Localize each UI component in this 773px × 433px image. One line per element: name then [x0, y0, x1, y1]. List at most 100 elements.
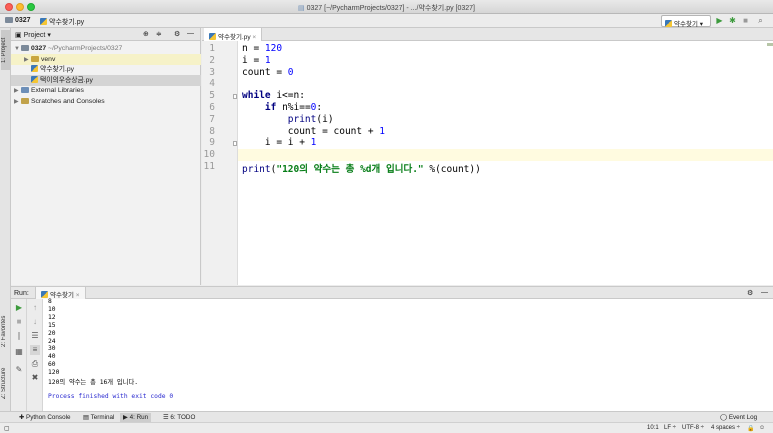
todo-tab[interactable]: ☰ 6: TODO	[160, 413, 198, 422]
collapsed-arrow-icon: ▶	[14, 98, 19, 105]
editor-tab-bar: 약수찾기.py ×	[202, 28, 773, 41]
scroll-to-end-icon[interactable]: ≡	[30, 345, 40, 355]
tree-item-label: External Libraries	[31, 87, 84, 94]
indent-select[interactable]: 4 spaces ÷	[711, 425, 740, 431]
rerun-icon[interactable]: ▶	[14, 303, 24, 313]
line-separator-select[interactable]: LF ÷	[664, 425, 676, 431]
event-log-label: Event Log	[728, 414, 758, 421]
line-number: 4	[209, 78, 215, 90]
line-number-gutter: 1 2 3 4 5 6 7 8 9 10 11	[202, 41, 238, 285]
project-panel-header: ▣ Project ▾ ⊕ ≑ ⚙ —	[11, 28, 200, 41]
run-tab[interactable]: 약수찾기 ×	[35, 287, 86, 299]
terminal-tab[interactable]: ▤ Terminal	[80, 413, 117, 422]
search-everywhere-icon[interactable]: ⌕	[756, 16, 765, 25]
python-console-icon: ✚	[19, 414, 25, 421]
arrow-up-icon[interactable]: ↑	[30, 303, 40, 313]
collapse-all-icon[interactable]: ≑	[156, 30, 162, 38]
line-number: 2	[209, 54, 215, 66]
breadcrumb-project[interactable]: 0327	[5, 17, 31, 24]
code-editor[interactable]: n = 120 i = 1 count = 0 while i<=n: if n%i=…	[238, 41, 773, 285]
bottom-tool-bar: ✚ Python Console ▤ Terminal ▶ 4: Run ☰ 6…	[0, 411, 773, 422]
arrow-down-icon[interactable]: ↓	[30, 317, 40, 327]
event-log-icon: ◯	[720, 414, 728, 421]
tree-item[interactable]: ▶ venv	[11, 53, 201, 65]
window-title: 0327 [~/PycharmProjects/0327] - .../약수찾기…	[306, 5, 475, 12]
lock-icon[interactable]: 🔒	[747, 425, 754, 432]
debug-icon[interactable]: ✱	[728, 16, 737, 25]
tree-item-label: Scratches and Consoles	[31, 97, 105, 105]
console-line: 8	[48, 298, 52, 305]
trash-icon[interactable]: ✖	[30, 373, 40, 383]
code-line: i = 1	[242, 54, 271, 66]
tree-item[interactable]: 약수찾기.py	[11, 64, 201, 75]
run-icon[interactable]: ▶	[715, 16, 724, 25]
caret-position[interactable]: 10:1	[647, 425, 659, 431]
breadcrumb-file-label: 약수찾기.py	[49, 19, 85, 26]
pin-icon[interactable]: ✎	[14, 365, 24, 375]
scratches-icon	[21, 97, 29, 104]
terminal-icon: ▤	[83, 414, 89, 421]
gear-icon[interactable]: ⚙	[747, 289, 753, 297]
fold-marker-icon[interactable]	[233, 141, 237, 147]
inspection-marker	[767, 43, 773, 46]
breadcrumb-file[interactable]: 약수찾기.py	[40, 17, 84, 27]
event-log-tab[interactable]: ◯ Event Log	[717, 413, 760, 422]
run-tab-label: 약수찾기	[50, 292, 74, 299]
editor-tab-active[interactable]: 약수찾기.py ×	[204, 28, 263, 41]
hide-panel-icon[interactable]: —	[761, 289, 768, 296]
python-file-icon	[40, 18, 47, 25]
chevron-down-icon: ▾	[47, 32, 51, 39]
hide-panel-icon[interactable]: —	[187, 30, 194, 37]
run-configuration-select[interactable]: 약수찾기 ▾	[661, 15, 711, 28]
console-line: 120의 약수는 총 16개 입니다.	[48, 379, 139, 386]
close-tab-icon[interactable]: ×	[76, 292, 80, 299]
run-tool-tab[interactable]: ▶ 4: Run	[120, 413, 152, 422]
pause-icon[interactable]: ∥	[14, 331, 24, 341]
todo-icon: ☰	[163, 414, 169, 421]
tree-item-label: 0327	[31, 45, 47, 52]
line-number: 11	[203, 161, 215, 172]
tree-item[interactable]: 택이의우승상금.py	[11, 74, 201, 86]
line-number: 6	[209, 102, 215, 113]
code-line: n = 120	[242, 43, 283, 54]
run-console-output[interactable]: 8 10 12 15 20 24 30 40 60 120 120의 약수는 총 16개 입니다. P…	[43, 298, 773, 411]
code-line: while i<=n:	[242, 90, 305, 102]
line-number: 5	[209, 90, 215, 102]
run-panel-header: Run: 약수찾기 × ⚙ —	[11, 286, 773, 299]
encoding-select[interactable]: UTF-8 ÷	[682, 425, 704, 431]
console-line: 10	[48, 305, 56, 313]
todo-label: 6: TODO	[170, 414, 196, 421]
python-console-tab[interactable]: ✚ Python Console	[16, 413, 74, 422]
console-line: 30	[48, 345, 56, 353]
close-tab-icon[interactable]: ×	[252, 34, 256, 41]
library-icon	[21, 87, 29, 93]
inspector-icon[interactable]: ☺	[759, 425, 765, 431]
tree-item[interactable]: ▶ External Libraries	[11, 85, 201, 96]
soft-wrap-icon[interactable]: ☰	[30, 331, 40, 341]
fold-marker-icon[interactable]	[233, 94, 237, 100]
tree-item[interactable]: ▶ Scratches and Consoles	[11, 96, 201, 107]
chevron-down-icon: ▾	[699, 21, 703, 28]
line-number: 3	[209, 66, 215, 78]
console-line: 120	[48, 369, 60, 377]
gear-icon[interactable]: ⚙	[174, 30, 180, 38]
python-file-icon	[41, 291, 48, 298]
locate-file-icon[interactable]: ⊕	[143, 30, 149, 38]
status-bar: ▢ 10:1 LF ÷ UTF-8 ÷ 4 spaces ÷ 🔒 ☺	[0, 422, 773, 433]
project-tool-tab[interactable]: 1: Project	[1, 30, 10, 70]
run-toolbar-primary: ▶ ■ ∥ ▦ ✎	[11, 299, 27, 411]
structure-tool-tab[interactable]: Z: Structure	[1, 362, 10, 404]
run-tool-label: 4: Run	[129, 414, 149, 421]
restore-layout-icon[interactable]: ▦	[14, 347, 24, 357]
window-titlebar: ▤ 0327 [~/PycharmProjects/0327] - .../약수찾…	[0, 0, 773, 14]
favorites-tool-tab[interactable]: 2: Favorites	[1, 310, 10, 352]
toggle-tool-windows-icon[interactable]: ▢	[4, 425, 10, 432]
project-view-select[interactable]: Project	[24, 32, 46, 39]
stop-icon[interactable]: ■	[14, 317, 24, 327]
navigation-bar: 0327 약수찾기.py 약수찾기 ▾ ▶ ✱ ■ ⌕	[0, 14, 773, 28]
print-icon[interactable]: ⎙	[30, 359, 40, 369]
stop-icon[interactable]: ■	[741, 16, 750, 25]
tree-item[interactable]: ▼ 0327 ~/PycharmProjects/0327	[11, 43, 201, 54]
python-file-icon	[209, 33, 216, 40]
tree-item-label: venv	[41, 55, 56, 63]
